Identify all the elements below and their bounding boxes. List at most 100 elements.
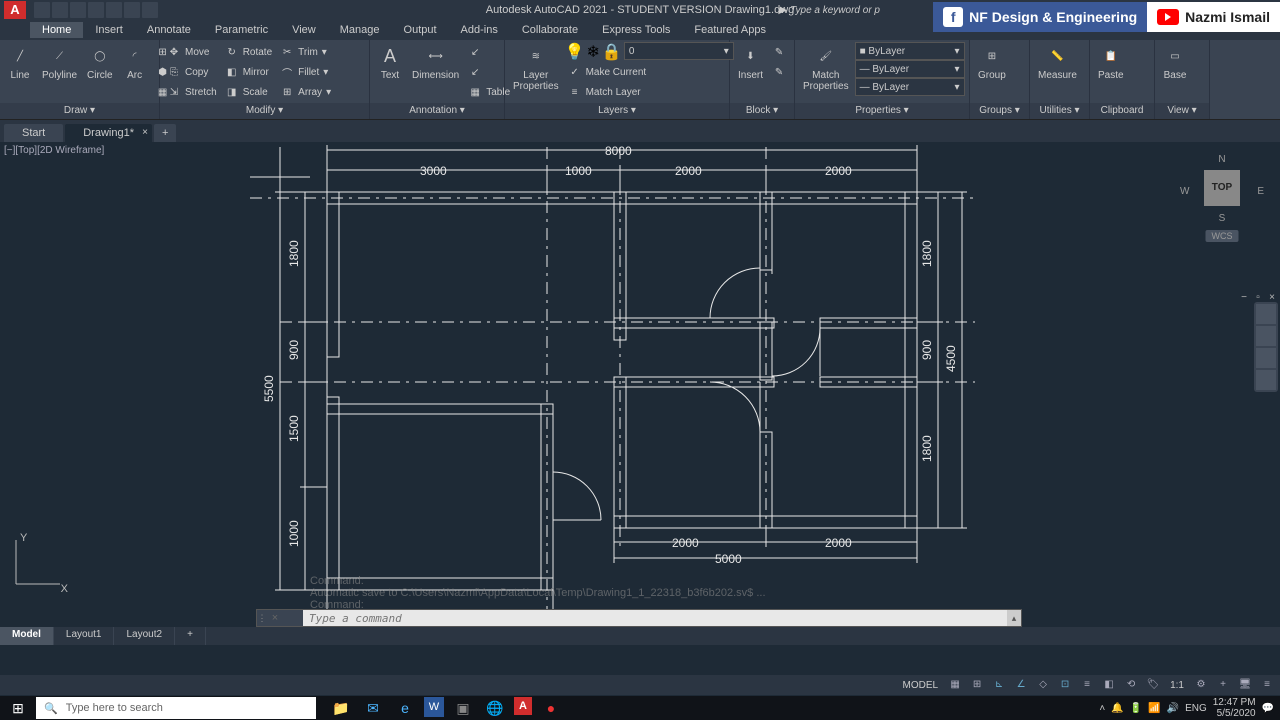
- app-logo[interactable]: A: [4, 1, 26, 19]
- lock-icon[interactable]: 🔒: [602, 42, 622, 62]
- tab-output[interactable]: Output: [392, 22, 449, 38]
- polar-icon[interactable]: ∠: [1012, 677, 1030, 693]
- viewcube-south[interactable]: S: [1182, 213, 1262, 224]
- move-button[interactable]: ✥Move: [164, 42, 220, 62]
- scale-button[interactable]: ◨Scale: [222, 82, 275, 102]
- linetype-selector[interactable]: — ByLayer▾: [855, 60, 965, 78]
- polyline-button[interactable]: ⟋Polyline: [38, 42, 81, 83]
- panel-utilities-title[interactable]: Utilities ▾: [1030, 103, 1089, 119]
- status-model[interactable]: MODEL: [899, 680, 943, 691]
- task-mail-icon[interactable]: ✉: [360, 697, 386, 719]
- help-search[interactable]: ▶ Type a keyword or p: [778, 5, 880, 16]
- lineweight-selector[interactable]: — ByLayer▾: [855, 78, 965, 96]
- wcs-label[interactable]: WCS: [1206, 230, 1239, 242]
- tab-home[interactable]: Home: [30, 22, 83, 38]
- nav-zoom-icon[interactable]: [1256, 348, 1276, 368]
- drawing-canvas[interactable]: [−][Top][2D Wireframe] − ▫ ×: [0, 142, 1280, 645]
- tray-bell-icon[interactable]: 🔔: [1111, 703, 1123, 714]
- customize-icon[interactable]: ≡: [1258, 677, 1276, 693]
- base-button[interactable]: ▭Base: [1159, 42, 1191, 83]
- qat-save-icon[interactable]: [70, 2, 86, 18]
- measure-button[interactable]: 📏Measure: [1034, 42, 1081, 83]
- command-input[interactable]: [303, 612, 1007, 625]
- line-button[interactable]: ╱Line: [4, 42, 36, 83]
- block-edit-button[interactable]: ✎: [769, 42, 789, 62]
- qat-undo-icon[interactable]: [124, 2, 140, 18]
- command-line[interactable]: ⋮ × ▴: [256, 609, 1022, 627]
- block-attr-button[interactable]: ✎: [769, 62, 789, 82]
- panel-properties-title[interactable]: Properties ▾: [795, 103, 969, 119]
- dimension-button[interactable]: ⟷Dimension: [408, 42, 463, 83]
- layouttab-add[interactable]: +: [175, 627, 206, 645]
- stretch-button[interactable]: ⇲Stretch: [164, 82, 220, 102]
- nav-pan-icon[interactable]: [1256, 326, 1276, 346]
- status-scale[interactable]: 1:1: [1166, 680, 1188, 691]
- start-button[interactable]: ⊞: [0, 700, 36, 717]
- group-button[interactable]: ⊞Group: [974, 42, 1010, 83]
- viewcube-north[interactable]: N: [1182, 154, 1262, 165]
- task-edge-icon[interactable]: e: [392, 697, 418, 719]
- task-chrome-icon[interactable]: 🌐: [482, 697, 508, 719]
- tray-lang[interactable]: ENG: [1185, 703, 1207, 714]
- layer-properties-button[interactable]: ≋Layer Properties: [509, 42, 563, 94]
- bulb-icon[interactable]: 💡: [565, 42, 585, 62]
- windows-search[interactable]: 🔍 Type here to search: [36, 697, 316, 719]
- cmdline-grip-icon[interactable]: ⋮: [257, 610, 267, 626]
- isodraft-icon[interactable]: ◇: [1034, 677, 1052, 693]
- viewcube[interactable]: N W TOP E S WCS: [1182, 152, 1262, 242]
- viewcube-face[interactable]: TOP: [1204, 170, 1240, 206]
- grid-icon[interactable]: ▦: [946, 677, 964, 693]
- filetab-add[interactable]: +: [154, 124, 176, 142]
- lineweight-icon[interactable]: ≡: [1078, 677, 1096, 693]
- panel-layers-title[interactable]: Layers ▾: [505, 103, 729, 119]
- tray-wifi-icon[interactable]: 📶: [1148, 703, 1160, 714]
- paste-button[interactable]: 📋Paste: [1094, 42, 1128, 83]
- tray-battery-icon[interactable]: 🔋: [1130, 703, 1142, 714]
- qat-saveas-icon[interactable]: [88, 2, 104, 18]
- tray-up-icon[interactable]: ˄: [1099, 703, 1105, 714]
- osnap-icon[interactable]: ⊡: [1056, 677, 1074, 693]
- copy-button[interactable]: ⎘Copy: [164, 62, 220, 82]
- tray-clock[interactable]: 12:47 PM5/5/2020: [1213, 697, 1256, 719]
- qat-redo-icon[interactable]: [142, 2, 158, 18]
- freeze-icon[interactable]: ❄: [587, 42, 600, 62]
- trim-button[interactable]: ✂Trim ▾: [277, 42, 334, 62]
- arc-button[interactable]: ◜Arc: [119, 42, 151, 83]
- layer-selector[interactable]: 0▾: [624, 42, 734, 60]
- color-selector[interactable]: ■ ByLayer▾: [855, 42, 965, 60]
- circle-button[interactable]: ◯Circle: [83, 42, 117, 83]
- tab-parametric[interactable]: Parametric: [203, 22, 280, 38]
- panel-draw-title[interactable]: Draw ▾: [0, 103, 159, 119]
- tray-notifications-icon[interactable]: 💬: [1262, 703, 1274, 714]
- nav-wheel-icon[interactable]: [1256, 304, 1276, 324]
- qat-new-icon[interactable]: [34, 2, 50, 18]
- layouttab-layout2[interactable]: Layout2: [114, 627, 175, 645]
- snap-icon[interactable]: ⊞: [968, 677, 986, 693]
- tab-annotate[interactable]: Annotate: [135, 22, 203, 38]
- layouttab-layout1[interactable]: Layout1: [54, 627, 115, 645]
- panel-view-title[interactable]: View ▾: [1155, 103, 1209, 119]
- qat-open-icon[interactable]: [52, 2, 68, 18]
- viewcube-east[interactable]: E: [1257, 186, 1264, 197]
- cycling-icon[interactable]: ⟲: [1122, 677, 1140, 693]
- filetab-drawing1[interactable]: Drawing1*×: [65, 124, 152, 142]
- task-record-icon[interactable]: ●: [538, 697, 564, 719]
- panel-annotation-title[interactable]: Annotation ▾: [370, 103, 504, 119]
- cmdline-close-icon[interactable]: ×: [267, 610, 283, 626]
- tab-view[interactable]: View: [280, 22, 328, 38]
- monitor-icon[interactable]: 🖥: [1236, 677, 1254, 693]
- tab-manage[interactable]: Manage: [328, 22, 392, 38]
- layouttab-model[interactable]: Model: [0, 627, 54, 645]
- rotate-button[interactable]: ↻Rotate: [222, 42, 275, 62]
- panel-block-title[interactable]: Block ▾: [730, 103, 794, 119]
- qat-plot-icon[interactable]: [106, 2, 122, 18]
- task-autocad-icon[interactable]: A: [514, 697, 532, 715]
- close-icon[interactable]: ×: [142, 127, 148, 138]
- match-properties-button[interactable]: 🖌Match Properties: [799, 42, 853, 94]
- insert-button[interactable]: ⬇Insert: [734, 42, 767, 83]
- tab-express[interactable]: Express Tools: [590, 22, 682, 38]
- filetab-start[interactable]: Start: [4, 124, 63, 142]
- task-explorer-icon[interactable]: 📁: [328, 697, 354, 719]
- make-current-button[interactable]: ✓Make Current: [565, 62, 734, 82]
- tab-featured[interactable]: Featured Apps: [682, 22, 778, 38]
